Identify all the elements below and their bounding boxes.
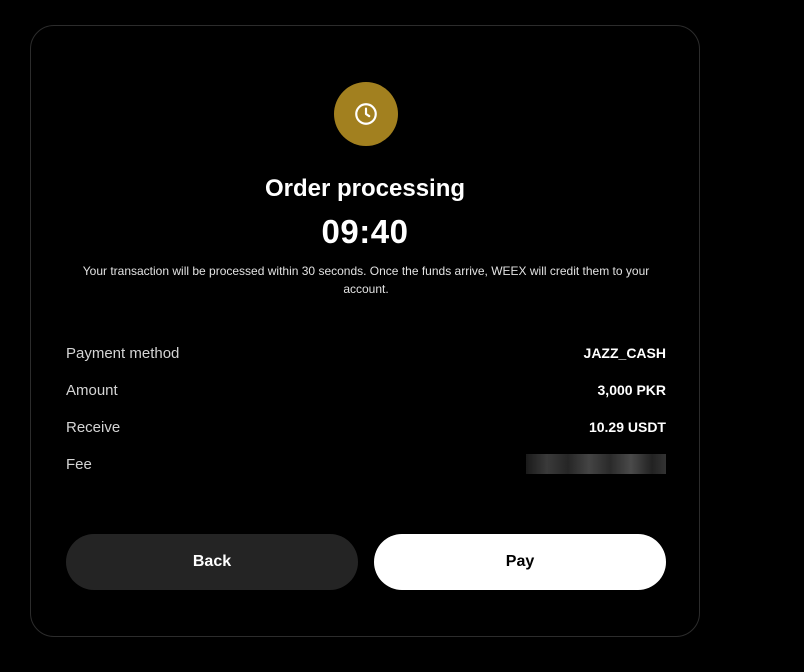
fee-value-redacted xyxy=(526,454,666,474)
fee-label: Fee xyxy=(66,455,92,473)
detail-row-receive: Receive 10.29 USDT xyxy=(66,416,666,438)
pay-button[interactable]: Pay xyxy=(374,534,666,590)
receive-value: 10.29 USDT xyxy=(588,419,666,435)
clock-icon xyxy=(334,82,398,146)
order-dialog: Order processing 09:40 Your transaction … xyxy=(30,25,700,637)
order-title: Order processing xyxy=(264,175,466,202)
amount-value: 3,000 PKR xyxy=(597,382,666,398)
detail-row-amount: Amount 3,000 PKR xyxy=(66,379,666,401)
payment-method-value: JAZZ_CASH xyxy=(583,345,666,361)
detail-row-payment-method: Payment method JAZZ_CASH xyxy=(66,342,666,364)
detail-row-fee: Fee xyxy=(66,453,666,475)
amount-label: Amount xyxy=(66,381,118,399)
back-button[interactable]: Back xyxy=(66,534,358,590)
receive-label: Receive xyxy=(66,418,121,436)
payment-method-label: Payment method xyxy=(66,344,180,362)
countdown-timer: 09:40 xyxy=(321,213,409,250)
order-description: Your transaction will be processed withi… xyxy=(82,264,650,296)
